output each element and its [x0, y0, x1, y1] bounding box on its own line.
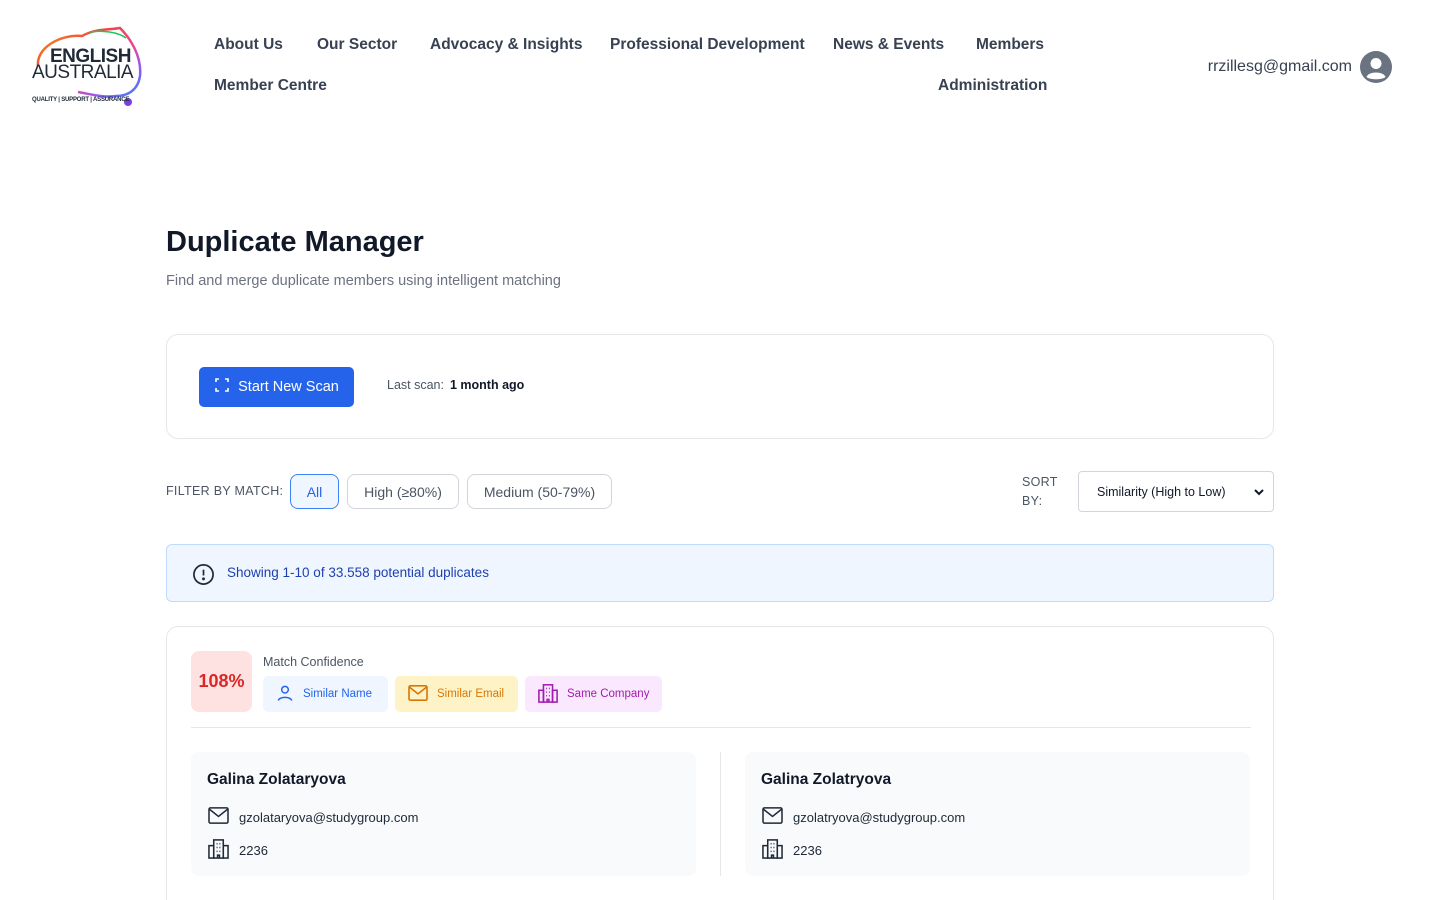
scan-panel: Start New Scan Last scan: 1 month ago: [166, 334, 1274, 439]
mail-icon: [407, 684, 429, 705]
logo-text-australia: AUSTRALIA: [32, 62, 134, 83]
user-circle-icon[interactable]: [1360, 51, 1392, 83]
nav-advocacy-insights[interactable]: Advocacy & Insights: [430, 36, 582, 54]
member-email: gzolatryova@studygroup.com: [793, 809, 966, 825]
nav-professional-development[interactable]: Professional Development: [610, 36, 805, 54]
member-record-right[interactable]: Galina Zolatryova gzolatryova@studygroup…: [745, 752, 1250, 876]
user-icon: [275, 683, 295, 706]
scan-icon: [214, 377, 230, 397]
member-name: Galina Zolataryova: [207, 771, 346, 788]
filter-medium-chip[interactable]: Medium (50-79%): [467, 474, 612, 509]
member-record-left[interactable]: Galina Zolataryova gzolataryova@studygro…: [191, 752, 696, 876]
site-header: ENGLISH AUSTRALIA QUALITY | SUPPORT | AS…: [0, 0, 1440, 130]
results-info-banner: Showing 1-10 of 33.558 potential duplica…: [166, 544, 1274, 602]
card-divider: [191, 727, 1251, 728]
member-company-id: 2236: [793, 842, 822, 858]
member-email-row: gzolataryova@studygroup.com: [207, 806, 418, 828]
sort-label: SORT BY:: [1022, 475, 1058, 508]
member-company-id: 2236: [239, 842, 268, 858]
start-new-scan-label: Start New Scan: [238, 379, 339, 395]
filter-all-chip[interactable]: All: [290, 474, 339, 509]
match-confidence-badge: 108%: [191, 651, 252, 712]
mail-icon: [207, 806, 230, 828]
user-menu[interactable]: rrzillesg@gmail.com: [1208, 51, 1392, 83]
chevron-down-icon: [1253, 486, 1265, 501]
sort-selected-value: Similarity (High to Low): [1097, 484, 1226, 499]
english-australia-logo[interactable]: ENGLISH AUSTRALIA QUALITY | SUPPORT | AS…: [30, 26, 146, 110]
similar-name-tag: Similar Name: [263, 676, 388, 712]
member-email-row: gzolatryova@studygroup.com: [761, 806, 965, 828]
building-icon: [761, 838, 784, 862]
info-icon: [192, 563, 215, 591]
same-company-label: Same Company: [567, 688, 650, 700]
mail-icon: [761, 806, 784, 828]
nav-members[interactable]: Members: [976, 36, 1044, 54]
nav-about-us[interactable]: About Us: [214, 36, 283, 54]
building-icon: [537, 683, 559, 706]
filter-label: FILTER BY MATCH:: [166, 484, 284, 498]
member-email: gzolataryova@studygroup.com: [239, 809, 419, 825]
similar-email-tag: Similar Email: [395, 676, 518, 712]
nav-our-sector[interactable]: Our Sector: [317, 36, 397, 54]
sort-select[interactable]: Similarity (High to Low): [1078, 471, 1274, 512]
page-title: Duplicate Manager: [166, 226, 424, 258]
nav-member-centre[interactable]: Member Centre: [214, 77, 327, 95]
start-new-scan-button[interactable]: Start New Scan: [199, 367, 354, 407]
similar-name-label: Similar Name: [303, 688, 373, 700]
member-divider: [720, 752, 721, 876]
page-subtitle: Find and merge duplicate members using i…: [166, 273, 561, 289]
nav-administration[interactable]: Administration: [938, 77, 1047, 95]
same-company-tag: Same Company: [525, 676, 662, 712]
duplicate-pair-card[interactable]: 108% Match Confidence Similar Name Simil…: [166, 626, 1274, 900]
user-email: rrzillesg@gmail.com: [1207, 58, 1352, 75]
nav-news-events[interactable]: News & Events: [833, 36, 944, 54]
member-name: Galina Zolatryova: [761, 771, 892, 788]
building-icon: [207, 838, 230, 862]
filter-high-chip[interactable]: High (≥80%): [347, 474, 459, 509]
logo-tagline: QUALITY | SUPPORT | ASSURANCE: [32, 97, 130, 103]
last-scan-info: Last scan: 1 month ago: [387, 378, 524, 392]
last-scan-label: Last scan:: [387, 378, 444, 392]
last-scan-value: 1 month ago: [449, 378, 525, 392]
match-confidence-label: Match Confidence: [263, 655, 364, 669]
results-count-text: Showing 1-10 of 33.558 potential duplica…: [227, 565, 489, 580]
similar-email-label: Similar Email: [437, 688, 505, 700]
member-company-row: 2236: [761, 838, 822, 862]
member-company-row: 2236: [207, 838, 268, 862]
